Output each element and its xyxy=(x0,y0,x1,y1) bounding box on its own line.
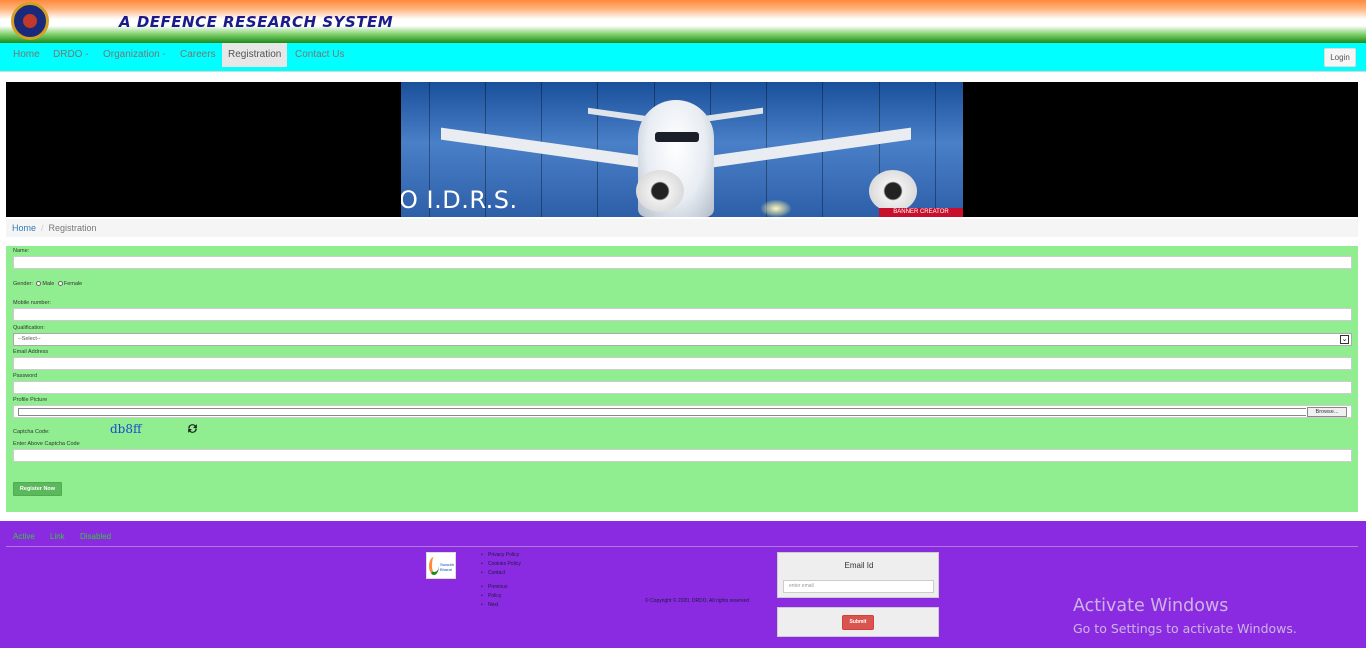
gender-female-radio[interactable] xyxy=(57,281,63,287)
nav-drdo-dropdown[interactable]: DRDO - xyxy=(47,43,95,67)
activate-windows-title: Activate Windows xyxy=(1073,596,1229,616)
gender-female-label: Female xyxy=(63,281,83,287)
profile-picture-label: Profile Picture xyxy=(13,397,48,403)
footer-pager-links: Previous Policy Next xyxy=(481,583,507,610)
file-path-display xyxy=(18,408,1306,416)
captcha-label: Captcha Code: xyxy=(13,429,50,435)
contact-link[interactable]: Contact xyxy=(481,569,521,578)
hero-banner: O I.D.R.S. BANNER CREATOR xyxy=(6,82,1358,217)
privacy-policy-link[interactable]: Privacy Policy xyxy=(481,551,521,560)
previous-link[interactable]: Previous xyxy=(481,583,507,592)
gender-group: Gender: Male Female xyxy=(13,281,82,287)
password-label: Password xyxy=(13,373,38,379)
site-header: A DEFENCE RESEARCH SYSTEM xyxy=(0,0,1366,43)
footer-nav-link[interactable]: Link xyxy=(50,532,65,541)
submit-button[interactable]: Submit xyxy=(842,615,874,630)
site-title: A DEFENCE RESEARCH SYSTEM xyxy=(119,13,394,31)
site-footer: Active Link Disabled Swachh Bharat Priva… xyxy=(0,521,1366,648)
footer-divider xyxy=(6,546,1358,547)
register-now-button[interactable]: Register Now xyxy=(13,482,62,496)
profile-picture-input[interactable]: Browse... xyxy=(13,405,1352,418)
footer-policy-links: Privacy Policy Cookies Policy Contact xyxy=(481,551,521,578)
chevron-down-icon[interactable]: ⌄ xyxy=(1340,335,1349,344)
main-navbar: Home DRDO - Organization - Careers Regis… xyxy=(0,43,1366,72)
email-id-label: Email Id xyxy=(844,561,874,570)
nav-contact-us[interactable]: Contact Us xyxy=(289,43,350,67)
password-input[interactable] xyxy=(13,381,1352,394)
email-input[interactable] xyxy=(13,357,1352,370)
login-button[interactable]: Login xyxy=(1324,48,1356,67)
gender-male-radio[interactable] xyxy=(36,281,42,287)
nav-organization-dropdown[interactable]: Organization - xyxy=(97,43,172,67)
copyright-text: © Copyright © 2020, DRDO, All rights res… xyxy=(645,598,750,604)
breadcrumb-current: Registration xyxy=(48,223,97,233)
airplane-banner-image: O I.D.R.S. BANNER CREATOR xyxy=(401,82,963,217)
qualification-selected-value: --Select-- xyxy=(18,336,41,342)
mobile-label: Mobile number: xyxy=(13,300,51,306)
browse-button[interactable]: Browse... xyxy=(1307,407,1347,417)
name-input[interactable] xyxy=(13,256,1352,269)
refresh-icon[interactable] xyxy=(186,422,199,435)
breadcrumb-separator: / xyxy=(41,223,44,233)
banner-text: O I.D.R.S. xyxy=(401,186,518,214)
newsletter-email-input[interactable]: enter email xyxy=(783,580,934,593)
mobile-input[interactable] xyxy=(13,308,1352,321)
newsletter-box: Email Id enter email xyxy=(777,552,939,598)
banner-creator-badge: BANNER CREATOR xyxy=(879,208,963,217)
policy-link[interactable]: Policy xyxy=(481,592,507,601)
nav-careers[interactable]: Careers xyxy=(174,43,222,67)
nav-registration[interactable]: Registration xyxy=(222,43,288,67)
captcha-input[interactable] xyxy=(13,449,1352,462)
email-label: Email Address xyxy=(13,349,49,355)
nav-home[interactable]: Home xyxy=(7,43,46,67)
name-label: Name: xyxy=(13,248,30,254)
cookies-policy-link[interactable]: Cookies Policy xyxy=(481,560,521,569)
captcha-code: db8ff xyxy=(110,422,142,436)
submit-box: Submit xyxy=(777,607,939,637)
registration-form: Name: Gender: Male Female Mobile number:… xyxy=(6,246,1358,512)
next-link[interactable]: Next xyxy=(481,601,507,610)
activate-windows-subtitle: Go to Settings to activate Windows. xyxy=(1073,621,1297,636)
drdo-emblem-icon[interactable] xyxy=(6,1,54,41)
qualification-label: Qualification: xyxy=(13,325,45,331)
qualification-select[interactable]: --Select-- ⌄ xyxy=(13,333,1352,346)
footer-nav-disabled: Disabled xyxy=(80,532,112,541)
swachh-bharat-logo: Swachh Bharat xyxy=(426,552,456,579)
gender-label: Gender: xyxy=(13,281,33,287)
gender-male-label: Male xyxy=(42,281,55,287)
captcha-input-label: Enter Above Captcha Code xyxy=(13,441,80,447)
breadcrumb: Home / Registration xyxy=(6,219,1358,237)
footer-nav-active[interactable]: Active xyxy=(13,532,35,541)
breadcrumb-home-link[interactable]: Home xyxy=(12,223,36,233)
